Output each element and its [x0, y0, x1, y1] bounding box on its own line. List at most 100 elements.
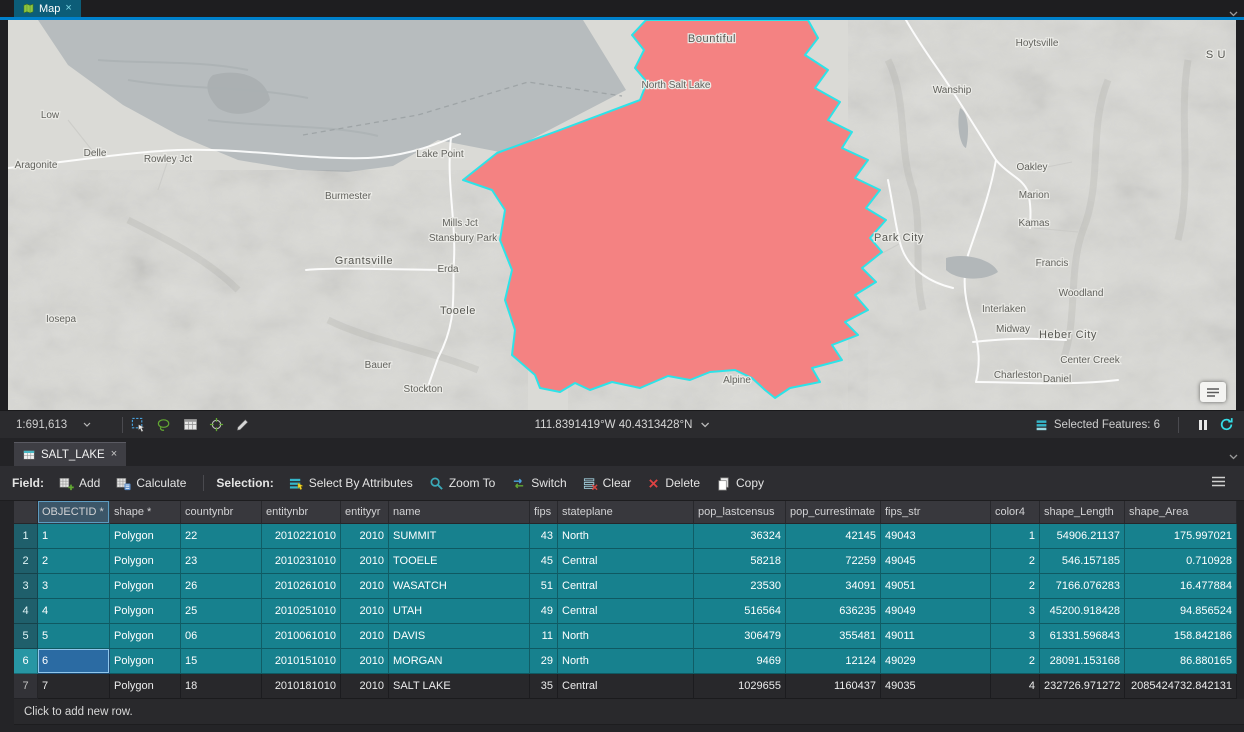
copy-rows-button[interactable]: Copy	[709, 473, 771, 494]
table-cell[interactable]: 22	[181, 524, 262, 549]
table-cell[interactable]: 2010061010	[262, 624, 341, 649]
table-cell[interactable]: 49035	[881, 674, 991, 699]
table-cell[interactable]: SALT LAKE	[389, 674, 530, 699]
table-cell[interactable]: 2010221010	[262, 524, 341, 549]
table-cell[interactable]: 11	[530, 624, 558, 649]
table-cell[interactable]: 1160437	[786, 674, 881, 699]
table-cell[interactable]: 72259	[786, 549, 881, 574]
table-cell[interactable]: Polygon	[110, 674, 181, 699]
table-cell[interactable]: 23530	[694, 574, 786, 599]
clear-selection-button[interactable]: Clear	[576, 473, 639, 494]
map-overflow-button[interactable]	[1200, 382, 1226, 402]
table-cell[interactable]: 12124	[786, 649, 881, 674]
row-number[interactable]: 7	[14, 674, 38, 699]
table-cell[interactable]: Polygon	[110, 549, 181, 574]
table-cell[interactable]: WASATCH	[389, 574, 530, 599]
table-cell[interactable]: Polygon	[110, 599, 181, 624]
table-cell[interactable]: 636235	[786, 599, 881, 624]
table-cell[interactable]: MORGAN	[389, 649, 530, 674]
table-cell[interactable]: Polygon	[110, 624, 181, 649]
pause-drawing-icon[interactable]	[1197, 419, 1209, 431]
table-cell[interactable]: 2	[991, 574, 1040, 599]
table-cell[interactable]: 2	[38, 549, 110, 574]
table-cell[interactable]: 546.157185	[1040, 549, 1125, 574]
table-cell[interactable]: 3	[991, 599, 1040, 624]
table-cell[interactable]: 3	[38, 574, 110, 599]
table-cell[interactable]: Polygon	[110, 649, 181, 674]
table-cell[interactable]: Polygon	[110, 524, 181, 549]
table-cell[interactable]: North	[558, 649, 694, 674]
table-cell[interactable]: 43	[530, 524, 558, 549]
table-cell[interactable]: 2010	[341, 549, 389, 574]
select-by-rectangle-icon[interactable]	[131, 417, 146, 432]
table-cell[interactable]: 15	[181, 649, 262, 674]
selected-features-indicator[interactable]: Selected Features: 6	[1035, 418, 1160, 431]
table-cell[interactable]: 54906.21137	[1040, 524, 1125, 549]
column-header[interactable]: shape_Area	[1125, 501, 1237, 524]
table-cell[interactable]: 23	[181, 549, 262, 574]
delete-row-button[interactable]: Delete	[640, 473, 707, 493]
table-cell[interactable]: 175.997021	[1125, 524, 1237, 549]
table-cell[interactable]: DAVIS	[389, 624, 530, 649]
table-cell[interactable]: TOOELE	[389, 549, 530, 574]
table-cell[interactable]: 4	[38, 599, 110, 624]
table-cell[interactable]: 2	[991, 649, 1040, 674]
column-header[interactable]: color4	[991, 501, 1040, 524]
snapping-icon[interactable]	[209, 417, 224, 432]
table-cell[interactable]: 29	[530, 649, 558, 674]
column-header[interactable]: fips_str	[881, 501, 991, 524]
table-cell[interactable]: 45200.918428	[1040, 599, 1125, 624]
column-header[interactable]: shape *	[110, 501, 181, 524]
table-cell[interactable]: 2	[991, 549, 1040, 574]
table-cell[interactable]: 9469	[694, 649, 786, 674]
table-cell[interactable]: 5	[38, 624, 110, 649]
table-cell[interactable]: 35	[530, 674, 558, 699]
refresh-icon[interactable]	[1219, 417, 1234, 432]
map-coordinates[interactable]: 111.8391419°W 40.4313428°N	[535, 419, 710, 431]
column-header[interactable]: pop_lastcensus	[694, 501, 786, 524]
row-number[interactable]: 5	[14, 624, 38, 649]
table-cell[interactable]: 2010	[341, 524, 389, 549]
table-cell[interactable]: 06	[181, 624, 262, 649]
table-cell[interactable]: 4	[991, 674, 1040, 699]
column-header[interactable]: name	[389, 501, 530, 524]
table-cell[interactable]: 7166.076283	[1040, 574, 1125, 599]
table-cell[interactable]: 1	[38, 524, 110, 549]
column-header[interactable]: pop_currestimate	[786, 501, 881, 524]
table-cell[interactable]: Central	[558, 574, 694, 599]
row-number[interactable]: 1	[14, 524, 38, 549]
close-tab-icon[interactable]: ×	[65, 3, 71, 14]
table-cell[interactable]: 49043	[881, 524, 991, 549]
attribute-table-icon[interactable]	[183, 417, 198, 432]
table-cell[interactable]: 16.477884	[1125, 574, 1237, 599]
table-cell[interactable]: SUMMIT	[389, 524, 530, 549]
table-cell[interactable]: 516564	[694, 599, 786, 624]
add-field-button[interactable]: Add	[52, 473, 107, 494]
select-all-corner[interactable]	[14, 501, 38, 524]
table-cell[interactable]: 232726.971272	[1040, 674, 1125, 699]
table-cell[interactable]: 0.710928	[1125, 549, 1237, 574]
table-cell[interactable]: 2010151010	[262, 649, 341, 674]
column-header[interactable]: shape_Length	[1040, 501, 1125, 524]
table-cell[interactable]: 58218	[694, 549, 786, 574]
table-cell[interactable]: 2010261010	[262, 574, 341, 599]
table-cell[interactable]: 86.880165	[1125, 649, 1237, 674]
table-cell[interactable]: 6	[38, 649, 110, 674]
table-cell[interactable]: 25	[181, 599, 262, 624]
table-cell[interactable]: 42145	[786, 524, 881, 549]
column-header[interactable]: stateplane	[558, 501, 694, 524]
table-cell[interactable]: Central	[558, 674, 694, 699]
column-header[interactable]: entityyr	[341, 501, 389, 524]
scale-select[interactable]: 1:691,613	[10, 414, 114, 435]
table-cell[interactable]: 36324	[694, 524, 786, 549]
zoom-to-button[interactable]: Zoom To	[422, 473, 502, 494]
lasso-select-icon[interactable]	[157, 417, 172, 432]
row-number[interactable]: 3	[14, 574, 38, 599]
table-cell[interactable]: 94.856524	[1125, 599, 1237, 624]
table-cell[interactable]: North	[558, 524, 694, 549]
table-cell[interactable]: 2010	[341, 649, 389, 674]
switch-selection-button[interactable]: Switch	[504, 473, 573, 494]
column-header[interactable]: OBJECTID *	[38, 501, 110, 524]
table-cell[interactable]: Polygon	[110, 574, 181, 599]
table-cell[interactable]: 3	[991, 624, 1040, 649]
